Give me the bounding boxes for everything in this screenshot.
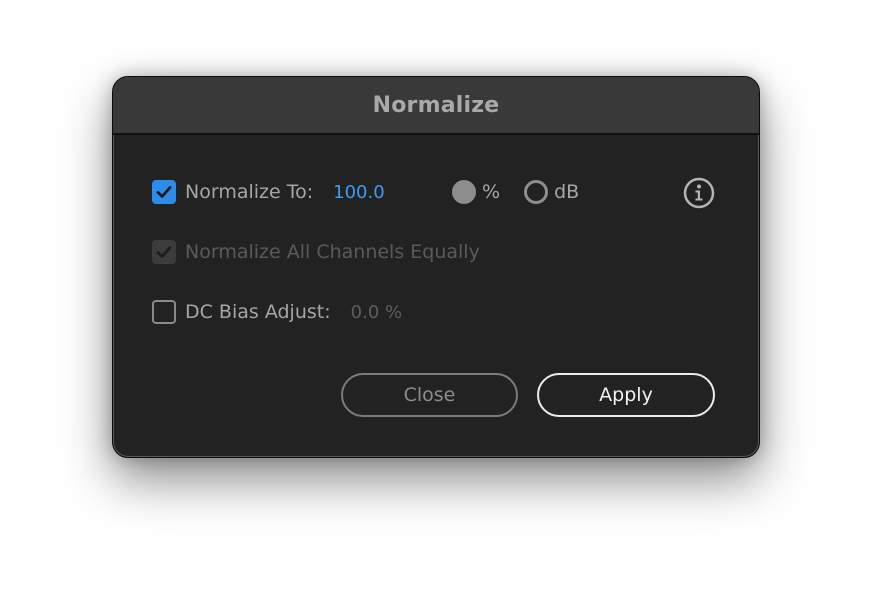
- normalize-dialog: Normalize Normalize To: 100.0 % dB Norma…: [112, 76, 760, 458]
- db-radio-label[interactable]: dB: [554, 181, 579, 203]
- info-icon: [683, 177, 715, 209]
- checkmark-icon: [156, 186, 172, 198]
- normalize-to-value-field[interactable]: 100.0: [333, 182, 385, 203]
- percent-radio-label[interactable]: %: [482, 181, 500, 203]
- dc-bias-checkbox[interactable]: [152, 300, 176, 324]
- normalize-all-channels-label: Normalize All Channels Equally: [185, 241, 480, 263]
- apply-button[interactable]: Apply: [537, 373, 715, 417]
- checkmark-icon: [156, 246, 172, 258]
- info-button[interactable]: [683, 177, 715, 209]
- dialog-title: Normalize: [372, 92, 500, 118]
- apply-button-label: Apply: [599, 384, 653, 406]
- unit-radio-group: % dB: [452, 177, 603, 207]
- dc-bias-label: DC Bias Adjust:: [185, 301, 331, 323]
- normalize-all-channels-row: Normalize All Channels Equally: [152, 237, 480, 267]
- dialog-titlebar[interactable]: Normalize: [113, 77, 759, 135]
- normalize-to-label: Normalize To:: [185, 181, 314, 203]
- percent-radio[interactable]: [452, 180, 476, 204]
- close-button[interactable]: Close: [341, 373, 518, 417]
- normalize-to-checkbox[interactable]: [152, 180, 176, 204]
- dc-bias-value-field[interactable]: 0.0 %: [351, 302, 402, 323]
- normalize-to-row: Normalize To: 100.0: [152, 177, 385, 207]
- dc-bias-row: DC Bias Adjust: 0.0 %: [152, 297, 402, 327]
- db-radio[interactable]: [524, 180, 549, 204]
- close-button-label: Close: [403, 384, 456, 406]
- normalize-all-channels-checkbox[interactable]: [152, 240, 176, 264]
